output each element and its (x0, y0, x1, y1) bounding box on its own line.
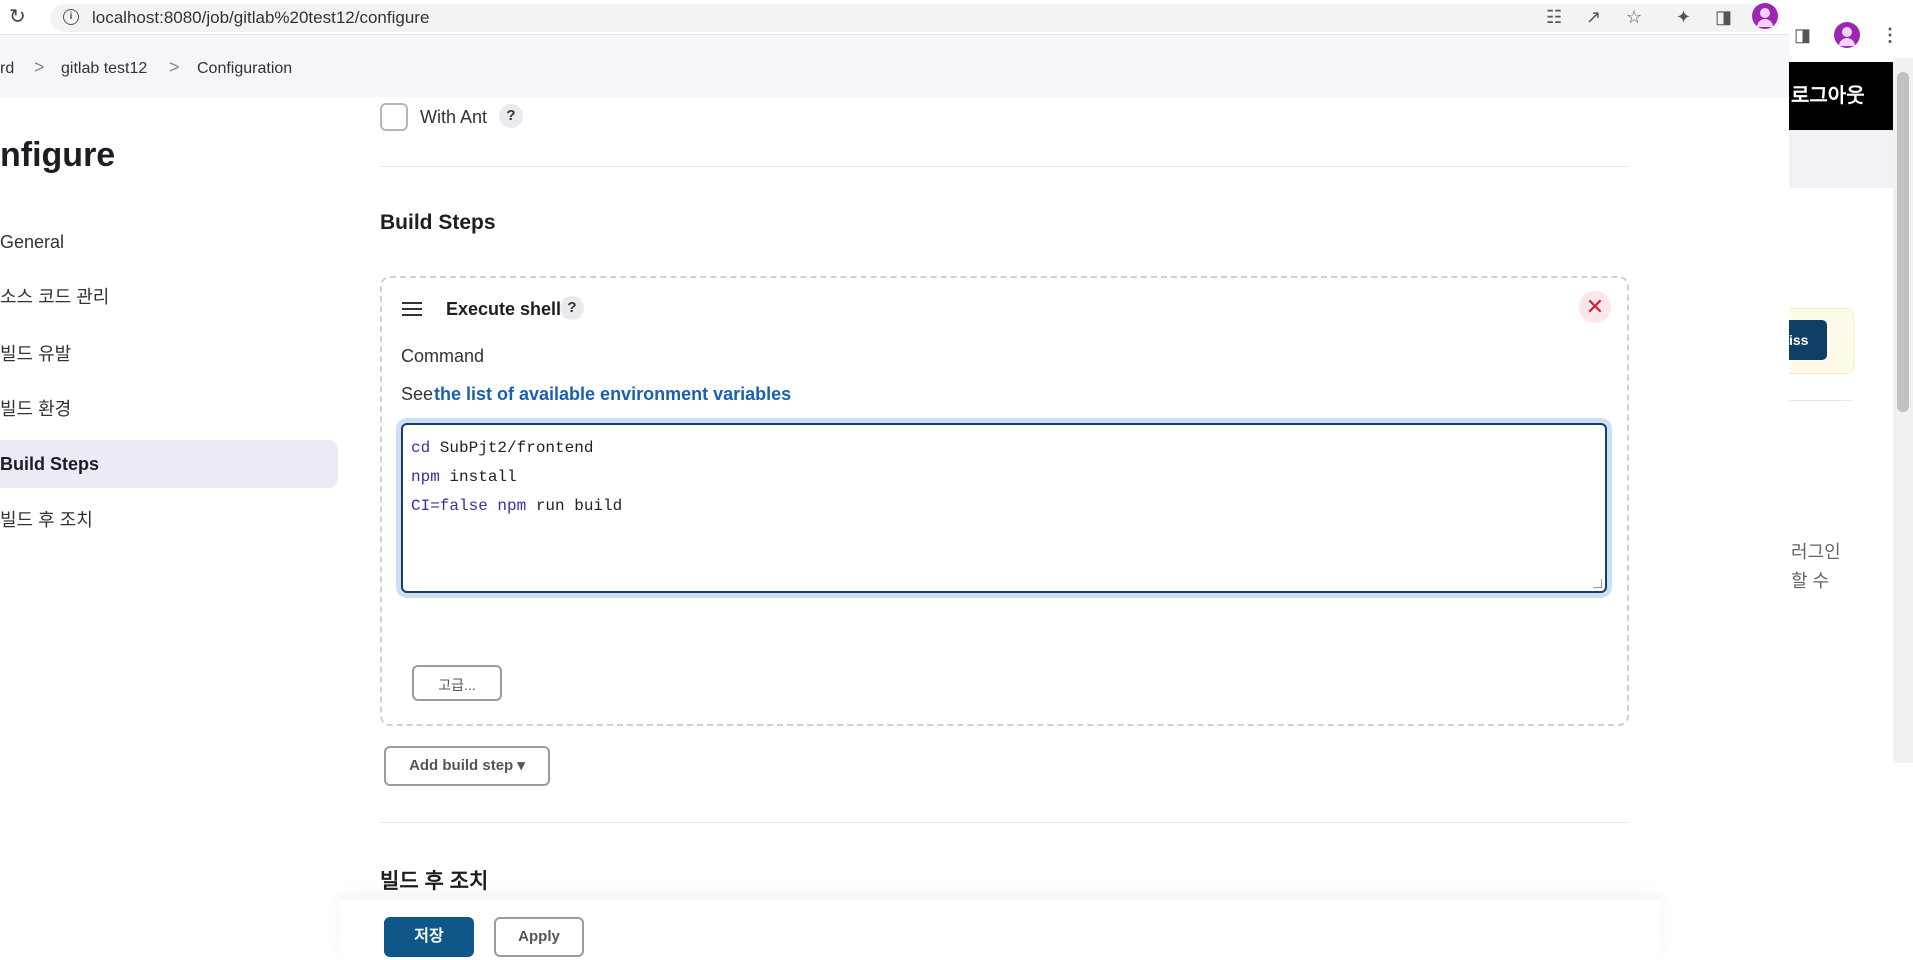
profile-avatar[interactable] (1752, 3, 1778, 29)
reload-icon[interactable]: ↻ (9, 6, 26, 28)
page-title: nfigure (0, 136, 116, 174)
share-icon[interactable]: ↗ (1586, 6, 1601, 28)
resize-grip-icon[interactable] (1593, 579, 1602, 588)
command-line: npm install (411, 468, 517, 486)
url-text[interactable]: localhost:8080/job/gitlab%20test12/confi… (92, 8, 429, 28)
apply-button[interactable]: Apply (494, 917, 584, 957)
section-divider (380, 166, 1627, 167)
divider (1789, 400, 1853, 401)
browser-toolbar: ↻ i localhost:8080/job/gitlab%20test12/c… (0, 0, 1913, 35)
command-textarea[interactable]: cd SubPjt2/frontend npm install CI=false… (401, 423, 1607, 593)
translate-icon[interactable]: ☷ (1546, 6, 1562, 28)
add-build-step-button[interactable]: Add build step ▾ (384, 746, 550, 786)
menu-kebab-icon[interactable]: ⋮ (1881, 24, 1899, 46)
command-line: CI=false npm run build (411, 497, 623, 515)
dismiss-button[interactable]: iss (1789, 320, 1827, 360)
sidebar-item-build-steps[interactable]: Build Steps (0, 440, 338, 488)
scrollbar[interactable] (1893, 58, 1913, 763)
side-panel-icon[interactable]: ◨ (1715, 6, 1732, 28)
drag-handle-icon[interactable] (402, 302, 422, 316)
side-panel-icon[interactable]: ◨ (1794, 24, 1811, 46)
site-info-icon[interactable]: i (63, 9, 79, 25)
with-ant-help-icon[interactable]: ? (499, 104, 523, 128)
step-title: Execute shell (446, 299, 562, 319)
breadcrumb-item-dashboard[interactable]: rd (0, 60, 14, 78)
side-text-line: 러그인 (1791, 542, 1841, 562)
execute-shell-help-icon[interactable]: ? (560, 296, 584, 320)
sidebar-item-general[interactable]: General (0, 218, 338, 266)
section-divider (380, 822, 1627, 823)
see-prefix: See (401, 384, 434, 404)
logout-button[interactable]: 로그아웃 (1789, 62, 1895, 130)
with-ant-checkbox[interactable] (380, 103, 408, 131)
command-label: Command (401, 346, 485, 366)
header-strip (1789, 130, 1893, 188)
breadcrumb-separator: > (34, 57, 45, 77)
add-build-step-label: Add build step (409, 757, 514, 774)
breadcrumb-item-configuration[interactable]: Configuration (197, 60, 292, 78)
extensions-icon[interactable]: ✦ (1676, 6, 1691, 28)
sidebar-item-build-environment[interactable]: 빌드 환경 (0, 385, 338, 433)
caret-down-icon: ▾ (517, 757, 525, 774)
scrollbar-thumb[interactable] (1897, 72, 1909, 412)
sidebar-item-build-triggers[interactable]: 빌드 유발 (0, 330, 338, 378)
with-ant-label[interactable]: With Ant (420, 107, 487, 128)
command-line: cd SubPjt2/frontend (411, 439, 594, 457)
delete-step-close-icon[interactable]: ✕ (1579, 291, 1611, 323)
build-steps-heading: Build Steps (380, 211, 496, 234)
breadcrumb-separator: > (169, 57, 180, 77)
sidebar-item-scm[interactable]: 소스 코드 관리 (0, 273, 338, 321)
secondary-toolbar: ◨ ⋮ (1789, 16, 1913, 54)
save-button[interactable]: 저장 (384, 917, 474, 957)
profile-avatar[interactable] (1834, 22, 1860, 48)
post-build-heading: 빌드 후 조치 (380, 870, 489, 893)
bookmark-star-icon[interactable]: ☆ (1626, 6, 1642, 28)
sidebar-item-post-build[interactable]: 빌드 후 조치 (0, 496, 338, 544)
breadcrumb-item-job[interactable]: gitlab test12 (61, 60, 147, 78)
side-text-line: 할 수 (1791, 571, 1830, 591)
env-variables-link[interactable]: the list of available environment variab… (434, 384, 791, 405)
advanced-button[interactable]: 고급... (412, 665, 502, 701)
breadcrumb: rd > gitlab test12 > Configuration (0, 35, 1790, 97)
